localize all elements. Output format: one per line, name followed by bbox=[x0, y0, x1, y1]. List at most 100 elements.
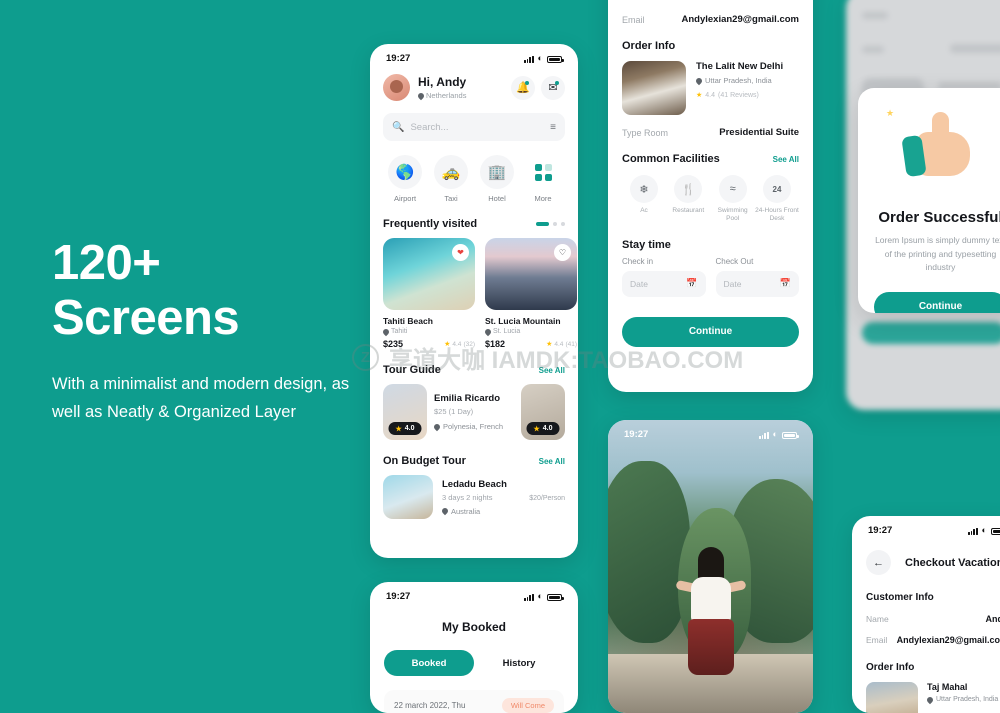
name-value: Andy bbox=[985, 614, 1000, 624]
budget-tour-image bbox=[383, 475, 433, 519]
facility-ac[interactable]: ❄ Ac bbox=[622, 175, 666, 224]
rating-count: (41) bbox=[565, 340, 577, 348]
check-in-input[interactable]: Date 📅 bbox=[622, 270, 706, 297]
continue-button[interactable]: Continue bbox=[874, 291, 1000, 313]
status-badge: Will Come bbox=[501, 698, 554, 713]
type-room-row: Type Room Presidential Suite bbox=[622, 127, 799, 138]
phone-photo-screen: 19:27 ◐ bbox=[608, 420, 813, 713]
facility-label: Restaurant bbox=[672, 207, 705, 214]
signal-icon bbox=[524, 593, 534, 601]
hotel-location-label: Uttar Pradesh, India bbox=[936, 696, 999, 703]
status-icons: ◐ bbox=[524, 54, 564, 63]
check-out-input[interactable]: Date 📅 bbox=[715, 270, 799, 297]
see-all-link[interactable]: See All bbox=[539, 366, 565, 375]
hotel-image bbox=[622, 61, 686, 115]
carousel-pager[interactable] bbox=[536, 222, 565, 226]
facility-swimming-pool[interactable]: ≈ Swimming Pool bbox=[711, 175, 755, 224]
location-pin-icon bbox=[483, 327, 493, 336]
email-row: Email Andylexian29@gmail.com bbox=[622, 14, 799, 25]
category-taxi[interactable]: 🚕 Taxi bbox=[429, 155, 473, 203]
destination-name: St. Lucia Mountain bbox=[485, 316, 561, 326]
star-icon: ★ bbox=[533, 425, 540, 433]
tab-history[interactable]: History bbox=[474, 658, 564, 669]
section-title: Common Facilities bbox=[622, 153, 720, 165]
budget-tour-duration: 3 days 2 nights bbox=[442, 492, 493, 502]
category-airport[interactable]: 🌎 Airport bbox=[383, 155, 427, 203]
back-arrow-icon[interactable]: ← bbox=[866, 550, 891, 575]
budget-tour-info: Ledadu Beach 3 days 2 nights Australia bbox=[440, 479, 520, 516]
facility-label: Swimming Pool bbox=[717, 207, 748, 223]
list-item[interactable]: ❤ Tahiti Beach Tahiti $235 ★ 4.4 (32) bbox=[381, 238, 475, 349]
hotel-info: Taj Mahal Uttar Pradesh, India bbox=[925, 682, 999, 713]
category-hotel[interactable]: 🏢 Hotel bbox=[475, 155, 519, 203]
stay-time-title: Stay time bbox=[622, 238, 671, 251]
guide-info: Emilia Ricardo $25 (1 Day) Polynesia, Fr… bbox=[432, 393, 514, 431]
category-more[interactable]: More bbox=[521, 155, 565, 203]
filter-icon[interactable]: ≡ bbox=[550, 122, 556, 133]
list-item[interactable]: ♡ St. Lucia Mountain St. Lucia $182 ★ 4.… bbox=[483, 238, 577, 349]
category-label: Airport bbox=[393, 194, 417, 203]
battery-icon bbox=[547, 55, 564, 63]
budget-tour-price: $20/Person bbox=[529, 492, 565, 503]
greeting-location-label: Netherlands bbox=[426, 91, 467, 100]
status-bar: 19:27 ◐ bbox=[370, 44, 578, 66]
location-pin-icon bbox=[925, 695, 935, 704]
table-row[interactable]: 22 march 2022, Thu Will Come bbox=[384, 690, 564, 713]
facility-front-desk[interactable]: 24 24-Hours Front Desk bbox=[755, 175, 799, 224]
frequently-visited-header: Frequently visited bbox=[383, 218, 565, 230]
heart-filled-icon[interactable]: ❤ bbox=[452, 244, 469, 261]
calendar-icon[interactable]: 📅 bbox=[686, 278, 697, 289]
facility-restaurant[interactable]: 🍴 Restaurant bbox=[666, 175, 710, 224]
type-room-value: Presidential Suite bbox=[719, 127, 799, 138]
booked-tabs: Booked History bbox=[370, 650, 578, 676]
modal-title: Order Successful bbox=[878, 209, 1000, 226]
destination-location: St. Lucia bbox=[483, 327, 577, 336]
pager-dot[interactable] bbox=[561, 222, 565, 226]
budget-tour-price-value: $20 bbox=[529, 494, 541, 502]
rating-value: 4.4 bbox=[452, 340, 462, 348]
budget-tour-item[interactable]: Ledadu Beach 3 days 2 nights Australia $… bbox=[383, 475, 565, 519]
location-pin-icon bbox=[440, 506, 450, 516]
tab-booked[interactable]: Booked bbox=[384, 650, 474, 676]
taxi-car-icon: 🚕 bbox=[434, 155, 468, 189]
email-label: Email bbox=[622, 14, 645, 25]
search-input[interactable]: 🔍 Search... ≡ bbox=[383, 113, 565, 141]
star-icon: ★ bbox=[395, 425, 402, 433]
status-time: 19:27 bbox=[624, 429, 649, 440]
phone-booking-detail: Email Andylexian29@gmail.com Order Info … bbox=[608, 0, 813, 392]
guide-avatar[interactable]: ★ 4.0 bbox=[521, 384, 565, 440]
hotel-name: The Lalit New Delhi bbox=[696, 61, 784, 72]
category-label: More bbox=[534, 194, 552, 203]
see-all-link[interactable]: See All bbox=[773, 155, 799, 164]
promo-title-line2: Screens bbox=[52, 290, 240, 345]
see-all-link[interactable]: See All bbox=[539, 457, 565, 466]
page-title: My Booked bbox=[441, 620, 506, 634]
promo-title-line1: 120+ bbox=[52, 236, 161, 290]
hotel-card[interactable]: Taj Mahal Uttar Pradesh, India bbox=[866, 682, 1000, 713]
calendar-icon[interactable]: 📅 bbox=[780, 278, 791, 289]
star-icon: ★ bbox=[696, 92, 703, 99]
hotel-review-count: (41 Reviews) bbox=[718, 91, 759, 99]
rating-value: 4.4 bbox=[554, 340, 564, 348]
heart-outline-icon[interactable]: ♡ bbox=[554, 244, 571, 261]
tour-guide-list: ★ 4.0 Emilia Ricardo $25 (1 Day) Polynes… bbox=[383, 384, 565, 440]
continue-button[interactable]: Continue bbox=[622, 316, 799, 347]
pager-dot[interactable] bbox=[553, 222, 557, 226]
guide-name: Emilia Ricardo bbox=[434, 393, 500, 404]
check-out-placeholder: Date bbox=[723, 278, 742, 289]
check-out-label: Check Out bbox=[715, 256, 754, 266]
avatar[interactable] bbox=[383, 74, 410, 101]
message-badge-icon[interactable]: ✉ bbox=[541, 75, 565, 100]
phone-my-booked: 19:27 ◐ My Booked Booked History 22 marc… bbox=[370, 582, 578, 713]
location-pin-icon bbox=[694, 76, 704, 85]
notification-bell-icon[interactable]: 🔔 bbox=[511, 75, 535, 100]
hotel-card[interactable]: The Lalit New Delhi Uttar Pradesh, India… bbox=[622, 61, 799, 115]
name-row: Name Andy bbox=[866, 614, 1000, 624]
destination-location-label: Tahiti bbox=[391, 328, 408, 335]
wifi-icon: ◐ bbox=[981, 525, 987, 535]
destination-location-label: St. Lucia bbox=[493, 328, 521, 335]
guide-avatar[interactable]: ★ 4.0 bbox=[383, 384, 427, 440]
promo-block: 120+ Screens With a minimalist and moder… bbox=[52, 236, 352, 427]
pager-dot-active[interactable] bbox=[536, 222, 549, 226]
checkout-header: ← Checkout Vacation bbox=[852, 550, 1000, 575]
